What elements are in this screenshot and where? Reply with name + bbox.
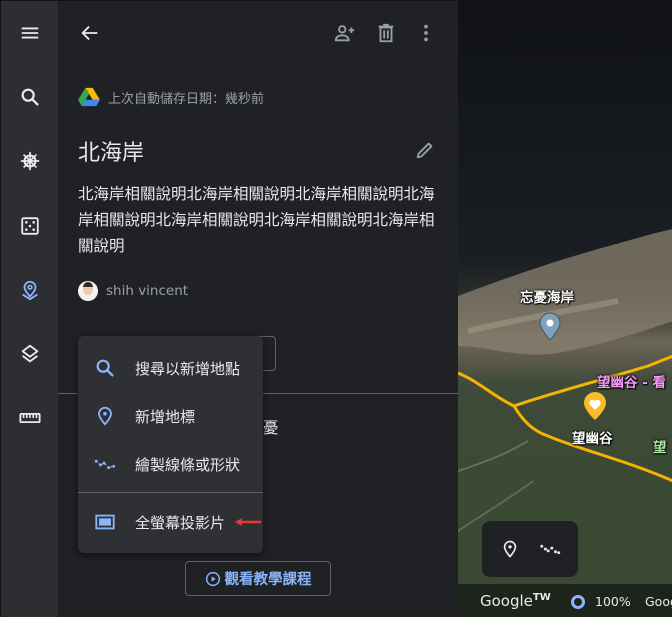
app-frame: 上次自動儲存日期：幾秒前 北海岸 北海岸相關說明北海岸相關說明北海岸相關說明北海… — [0, 0, 672, 617]
menu-item-draw-line-shape[interactable]: 繪製線條或形狀 — [78, 440, 263, 488]
feature-list-item-text: 憂 — [263, 419, 279, 437]
layers-icon — [21, 344, 38, 363]
play-circle-icon — [205, 571, 220, 586]
menu-divider — [78, 492, 263, 493]
back-button[interactable] — [72, 15, 108, 51]
rail-layers-button[interactable] — [1, 330, 58, 378]
share-person-add-icon — [334, 25, 355, 42]
project-description: 北海岸相關說明北海岸相關說明北海岸相關說明北海岸相關說明北海岸相關說明北海岸相關… — [78, 185, 435, 255]
draw-line-tool[interactable] — [535, 534, 565, 564]
menu-item-label: 繪製線條或形狀 — [135, 455, 241, 474]
menu-item-search-add-place[interactable]: 搜尋以新增地點 — [78, 344, 263, 392]
menu-item-label: 全螢幕投影片 — [135, 513, 226, 532]
dice-icon — [20, 217, 39, 235]
map-label-place[interactable]: 望 — [653, 436, 667, 456]
ship-wheel-icon — [20, 151, 39, 171]
autosave-status: 上次自動儲存日期：幾秒前 — [78, 87, 264, 107]
delete-button[interactable] — [368, 15, 404, 51]
attribution[interactable]: Goog — [645, 594, 672, 609]
red-arrow-annotation — [235, 518, 261, 526]
location-pin-icon — [503, 540, 517, 558]
google-logo: GoogleTW — [480, 592, 551, 610]
map-tools-panel — [482, 521, 578, 577]
autosave-text: 上次自動儲存日期：幾秒前 — [108, 91, 265, 107]
more-vert-icon — [424, 24, 428, 42]
avatar — [78, 281, 98, 301]
pencil-edit-icon — [416, 142, 433, 159]
rail-menu-button[interactable] — [1, 9, 58, 57]
loading-ring-icon — [571, 595, 585, 609]
share-button[interactable] — [327, 15, 363, 51]
add-placemark-tool[interactable] — [495, 534, 525, 564]
watch-tutorial-button[interactable]: 觀看教學課程 — [185, 561, 331, 596]
arrow-back-icon — [81, 25, 98, 41]
map-label-place[interactable]: 望幽谷 — [572, 427, 613, 447]
edit-title-button[interactable] — [410, 135, 440, 165]
side-rail — [1, 1, 58, 617]
zoom-level: 100% — [595, 593, 631, 609]
ruler-icon — [18, 412, 41, 424]
projects-pin-icon — [21, 280, 38, 301]
rail-search-button[interactable] — [1, 73, 58, 121]
region-suffix: TW — [532, 592, 551, 603]
search-icon — [92, 355, 118, 381]
fullscreen-slideshow-icon — [92, 509, 118, 535]
hamburger-menu-icon — [21, 27, 38, 39]
delete-trash-icon — [378, 23, 394, 43]
search-icon — [21, 88, 39, 106]
map-footer: GoogleTW 100% Goog — [458, 584, 672, 617]
draw-line-icon — [92, 451, 118, 477]
tutorial-label: 觀看教學課程 — [224, 572, 312, 588]
menu-item-label: 新增地標 — [135, 407, 196, 426]
project-author: shih vincent — [78, 281, 188, 301]
rail-lucky-button[interactable] — [1, 202, 58, 250]
rail-projects-button[interactable] — [1, 266, 58, 314]
rail-voyager-button[interactable] — [1, 137, 58, 185]
map-label-place[interactable]: 望幽谷 - 看 — [597, 371, 666, 391]
map-view[interactable]: 忘憂海岸 望幽谷 - 看 望幽谷 望 GoogleTW 100% Goog — [458, 1, 672, 617]
menu-item-add-placemark[interactable]: 新增地標 — [78, 392, 263, 440]
menu-item-label: 搜尋以新增地點 — [135, 359, 241, 378]
draw-line-icon — [540, 544, 561, 555]
rail-measure-button[interactable] — [1, 394, 58, 442]
author-name: shih vincent — [106, 283, 189, 299]
project-title: 北海岸 — [78, 141, 145, 166]
google-logo-text: Google — [480, 592, 533, 610]
placemark-heart-pin — [584, 392, 606, 420]
google-drive-icon — [78, 87, 100, 107]
location-pin-icon — [92, 403, 118, 429]
map-label-place[interactable]: 忘憂海岸 — [520, 286, 574, 306]
more-options-button[interactable] — [408, 15, 444, 51]
